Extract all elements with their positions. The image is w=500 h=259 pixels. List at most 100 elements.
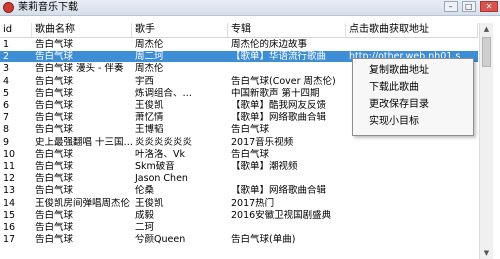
table-row[interactable]: 10 告白气球 叶洛洛、Vk 告白气球: [0, 149, 478, 160]
table-row[interactable]: 11 告白气球 Skm破音 【歌单】潮视频: [0, 161, 478, 172]
cell-id: 16: [3, 222, 16, 233]
cell-album: 中国新歌声 第十四期: [231, 87, 320, 99]
cell-album: 告白气球(Cover 周杰伦): [231, 75, 336, 87]
table-row[interactable]: 16 告白气球 二珂: [0, 222, 478, 233]
app-logo-icon: [3, 2, 14, 13]
table-row[interactable]: 13 告白气球 伦桑 【歌单】网络歌曲合辑: [0, 185, 478, 196]
cell-url: [346, 210, 478, 221]
cell-song-name: 告白气球: [35, 234, 74, 246]
cell-song-name: 王俊凯房间弹唱周杰伦: [35, 197, 131, 209]
cell-song-name: 告白气球: [35, 185, 74, 197]
table-header: id 歌曲名称 歌手 专辑 点击歌曲获取地址: [0, 23, 478, 38]
cell-song-name: 告白气球: [35, 209, 74, 221]
cell-id: 14: [3, 197, 16, 209]
maximize-button[interactable]: □: [461, 1, 476, 12]
cell-url: [346, 234, 478, 245]
column-header-artist[interactable]: 歌手: [132, 23, 228, 37]
window-controls: – □ ✕: [443, 1, 498, 14]
cell-id: 13: [3, 185, 16, 197]
cell-song-name: 告白气球: [35, 100, 74, 111]
cell-song-name: 告白气球: [35, 124, 74, 136]
minimize-button[interactable]: –: [443, 1, 458, 12]
column-header-song-name[interactable]: 歌曲名称: [32, 23, 132, 37]
cell-song-name: 告白气球: [35, 173, 74, 185]
cell-id: 3: [3, 63, 10, 75]
cell-url: [346, 149, 478, 160]
table-row[interactable]: 14 王俊凯房间弹唱周杰伦 王俊凯 2017热门: [0, 198, 478, 209]
cell-album: 告白气球: [231, 124, 270, 136]
cell-album: [228, 173, 346, 184]
cell-album: 2016安徽卫视国剧盛典: [231, 209, 332, 221]
cell-url: [346, 161, 478, 172]
cell-id: 12: [3, 173, 16, 185]
cell-album: 【歌单】华语流行歌曲: [231, 51, 327, 63]
table-row[interactable]: 12 告白气球 Jason Chen: [0, 173, 478, 184]
cell-url: [346, 173, 478, 184]
vertical-scrollbar[interactable]: ▲ ▼: [479, 23, 493, 259]
cell-song-name: 告白气球: [35, 87, 74, 99]
table-row[interactable]: 17 告白气球 兮颜Queen 告白气球(单曲): [0, 234, 478, 245]
cell-artist: 炎炎炎炎炎炎: [135, 136, 193, 148]
cell-album: 周杰伦的床边故事: [231, 39, 308, 50]
cell-album: 【歌单】网络歌曲合辑: [231, 112, 327, 124]
column-header-album[interactable]: 专辑: [228, 23, 346, 37]
cell-song-name: 告白气球: [35, 148, 74, 160]
scroll-thumb[interactable]: [482, 37, 491, 67]
cell-album: 2017音乐视频: [231, 136, 294, 148]
cell-id: 9: [3, 136, 10, 148]
cell-song-name: 告白气球: [35, 112, 74, 124]
cell-artist: 伦桑: [135, 185, 155, 197]
title-bar: 茉莉音乐下载 – □ ✕: [0, 0, 500, 16]
cell-album: 【歌单】酷我网友反馈: [231, 100, 327, 111]
cell-album: 告白气球(单曲): [231, 234, 296, 246]
menu-item-download[interactable]: 下载此歌曲: [353, 80, 473, 96]
menu-item-copy-url[interactable]: 复制歌曲地址: [353, 63, 473, 79]
column-header-id[interactable]: id: [0, 23, 32, 37]
cell-artist: 王俊凯: [135, 197, 164, 209]
cell-album: [228, 63, 346, 74]
cell-url: [346, 222, 478, 233]
close-button[interactable]: ✕: [480, 1, 498, 12]
cell-album: 【歌单】潮视频: [231, 161, 298, 172]
cell-id: 7: [3, 112, 10, 124]
cell-artist: 二珂: [135, 222, 155, 233]
cell-artist: 王博韬: [135, 124, 164, 136]
cell-album: 告白气球: [231, 148, 270, 160]
table-row[interactable]: 1 告白气球 周杰伦 周杰伦的床边故事: [0, 39, 478, 50]
menu-item-change-directory[interactable]: 更改保存目录: [353, 97, 473, 113]
cell-artist: 兮颜Queen: [135, 234, 186, 246]
cell-id: 10: [3, 148, 16, 160]
scroll-down-icon[interactable]: ▼: [480, 247, 493, 259]
cell-artist: 宇西: [135, 75, 155, 87]
cell-artist: 成毅: [135, 209, 155, 221]
cell-artist: 炼调组合、…: [135, 87, 193, 99]
table-row[interactable]: 15 告白气球 成毅 2016安徽卫视国剧盛典: [0, 210, 478, 221]
cell-song-name: 告白气球 漫头 - 伴奏: [35, 63, 124, 75]
cell-song-name: 史上最强翻唱 十三国…: [35, 136, 132, 148]
cell-id: 4: [3, 75, 10, 87]
cell-song-name: 告白气球: [35, 222, 74, 233]
cell-song-name: 告白气球: [35, 161, 74, 172]
cell-artist: 周杰伦: [135, 63, 164, 75]
cell-id: 11: [3, 161, 16, 172]
context-menu: 复制歌曲地址 下载此歌曲 更改保存目录 实现小目标: [352, 58, 474, 136]
cell-album: 2017热门: [231, 197, 275, 209]
cell-url: [346, 137, 478, 148]
column-header-url[interactable]: 点击歌曲获取地址: [346, 23, 478, 37]
cell-artist: 萧忆情: [135, 112, 164, 124]
cell-song-name: 告白气球: [35, 75, 74, 87]
cell-song-name: 告白气球: [35, 51, 74, 63]
scroll-up-icon[interactable]: ▲: [480, 23, 493, 35]
table-row[interactable]: 9 史上最强翻唱 十三国… 炎炎炎炎炎炎 2017音乐视频: [0, 137, 478, 148]
cell-artist: 周杰伦: [135, 39, 164, 50]
cell-id: 5: [3, 87, 10, 99]
cell-song-name: 告白气球: [35, 39, 74, 50]
cell-url: [346, 39, 478, 50]
cell-artist: 叶洛洛、Vk: [135, 148, 186, 160]
window-title: 茉莉音乐下载: [18, 2, 78, 13]
menu-item-small-goal[interactable]: 实现小目标: [353, 114, 473, 130]
cell-artist: 周二珂: [135, 51, 164, 63]
cell-artist: Skm破音: [135, 161, 175, 172]
cell-url: [346, 198, 478, 209]
cell-id: 17: [3, 234, 16, 246]
